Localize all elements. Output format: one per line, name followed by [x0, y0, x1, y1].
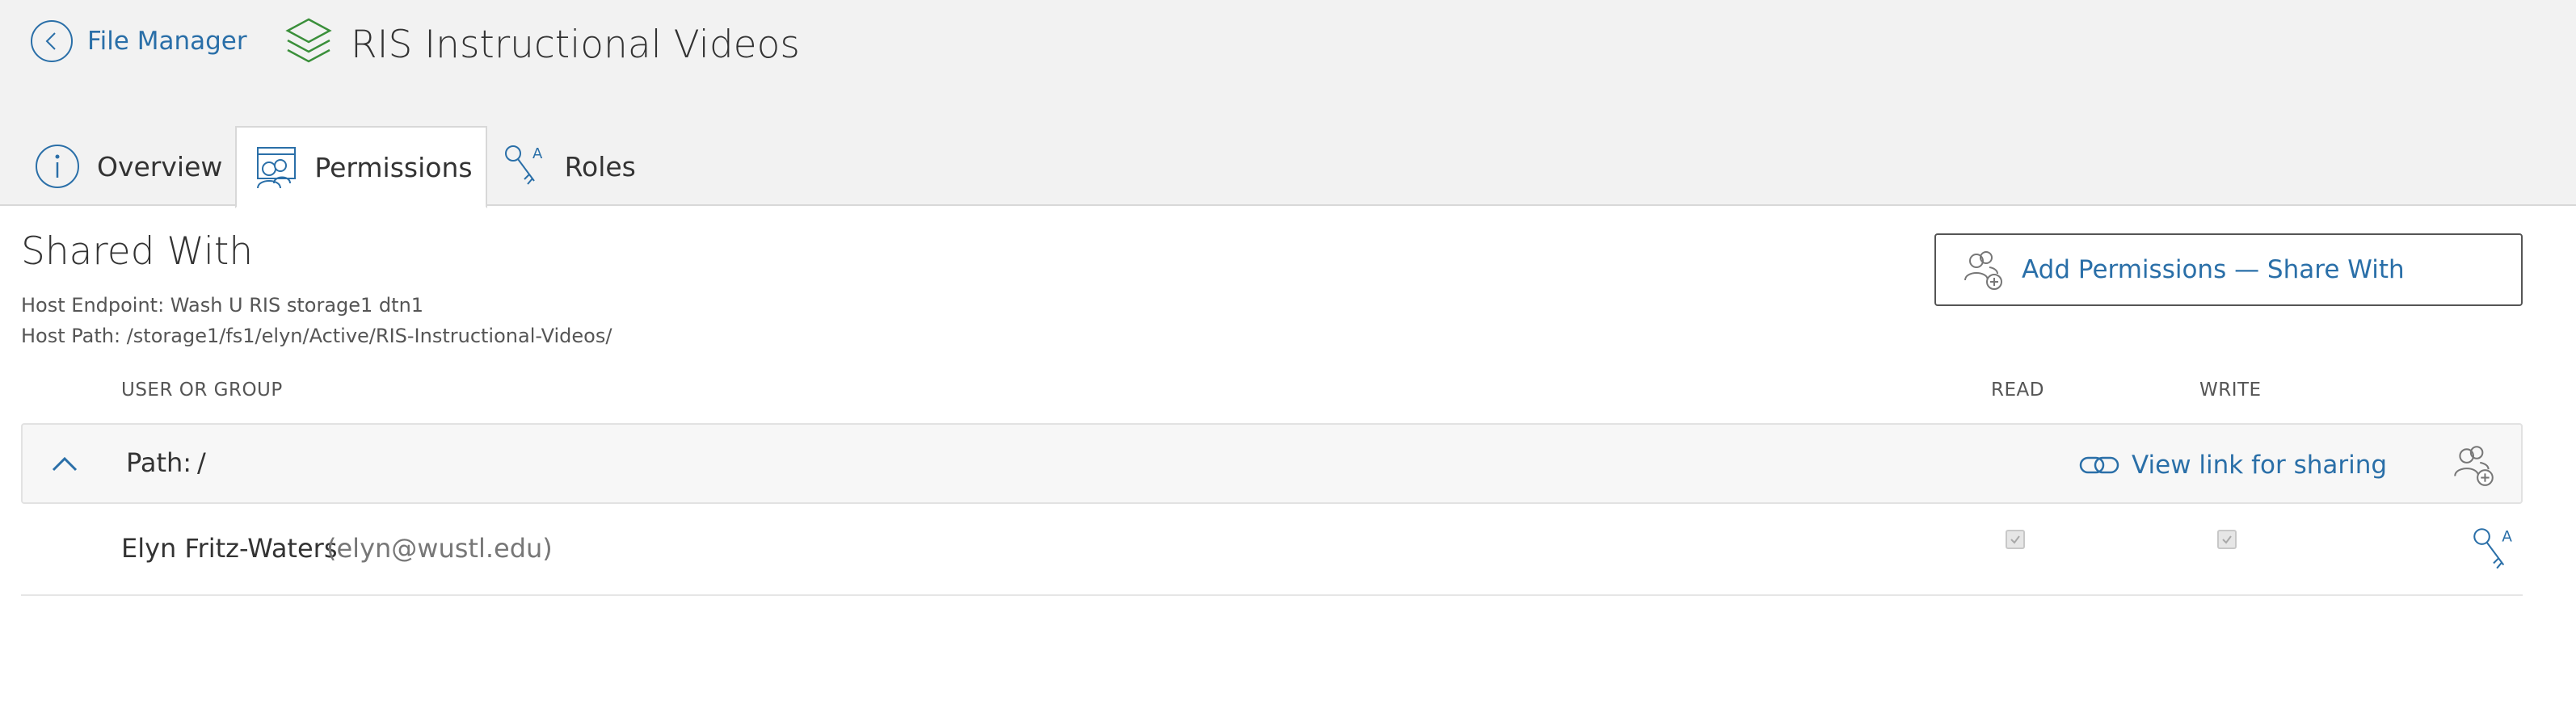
write-checkbox[interactable] [2217, 530, 2237, 549]
add-permissions-button[interactable]: Add Permissions — Share With [1934, 233, 2523, 306]
back-link-label: File Manager [87, 27, 247, 56]
table-row: Elyn Fritz-Waters (elyn@wustl.edu) A [21, 504, 2523, 596]
tab-permissions[interactable]: Permissions [235, 126, 487, 208]
host-endpoint-text: Host Endpoint: Wash U RIS storage1 dtn1 [21, 294, 424, 317]
path-label: Path: [126, 447, 192, 478]
path-row: Path: / View link for sharing [21, 423, 2523, 504]
page-title: RIS Instructional Videos [351, 22, 800, 67]
svg-text:A: A [2502, 529, 2512, 546]
view-link-label: View link for sharing [2132, 451, 2388, 480]
tab-roles[interactable]: A Roles [487, 126, 649, 207]
shared-with-heading: Shared With [21, 229, 254, 274]
user-name: Elyn Fritz-Waters [121, 533, 338, 564]
column-header-write: WRITE [2199, 380, 2262, 401]
add-user-icon [1964, 251, 2002, 290]
permissions-icon [257, 147, 297, 189]
tab-roles-label: Roles [564, 150, 636, 182]
tab-overview-label: Overview [97, 150, 223, 182]
svg-text:A: A [532, 145, 543, 162]
column-header-read: READ [1991, 380, 2044, 401]
column-header-user-or-group: USER OR GROUP [121, 380, 283, 401]
chevron-up-icon[interactable] [45, 446, 84, 485]
checkmark-icon [2222, 535, 2232, 544]
path-value: / [197, 447, 206, 478]
add-permissions-label: Add Permissions — Share With [2022, 255, 2405, 284]
top-header: File Manager RIS Instructional Videos Ov… [0, 0, 2576, 208]
title-area: RIS Instructional Videos [284, 16, 800, 73]
back-circle-icon [31, 20, 73, 62]
host-path-text: Host Path: /storage1/fs1/elyn/Active/RIS… [21, 325, 612, 347]
view-link-for-sharing[interactable]: View link for sharing [2078, 444, 2387, 486]
collection-layers-icon [285, 18, 332, 63]
tab-bar: Overview Permissions A Roles [19, 126, 649, 208]
roles-key-icon: A [504, 145, 543, 185]
link-icon [2079, 456, 2119, 474]
add-user-icon[interactable] [2450, 441, 2498, 489]
tab-overview[interactable]: Overview [19, 126, 235, 207]
tab-permissions-label: Permissions [314, 151, 473, 183]
back-to-file-manager-link[interactable]: File Manager [29, 19, 247, 63]
checkmark-icon [2010, 535, 2020, 544]
user-email: (elyn@wustl.edu) [326, 533, 553, 564]
roles-key-icon[interactable]: A [2468, 523, 2521, 577]
info-icon [36, 145, 79, 188]
read-checkbox[interactable] [2006, 530, 2025, 549]
